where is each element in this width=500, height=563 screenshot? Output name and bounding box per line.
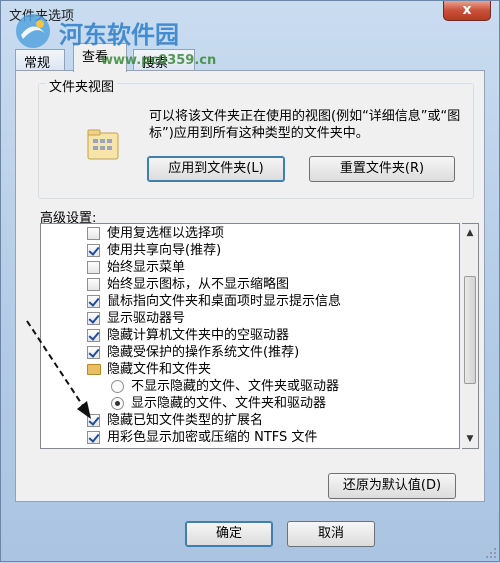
checkbox[interactable] xyxy=(87,329,100,342)
list-item-label: 隐藏受保护的操作系统文件(推荐) xyxy=(107,345,300,360)
checkbox[interactable] xyxy=(87,312,100,325)
restore-defaults-button[interactable]: 还原为默认值(D) xyxy=(328,473,456,499)
checkbox[interactable] xyxy=(87,295,100,308)
list-item-label: 显示驱动器号 xyxy=(107,311,186,326)
list-item-label: 鼠标指向文件夹和桌面项时显示提示信息 xyxy=(107,294,342,309)
title-bar: 文件夹选项 x xyxy=(1,1,499,31)
list-item-label: 始终显示菜单 xyxy=(107,260,186,275)
scroll-up-icon[interactable]: ▲ xyxy=(464,226,476,240)
list-item-label: 不显示隐藏的文件、文件夹或驱动器 xyxy=(131,379,340,394)
scrollbar-thumb[interactable] xyxy=(464,276,476,384)
checkbox[interactable] xyxy=(87,244,100,257)
list-item-label: 使用共享向导(推荐) xyxy=(107,243,222,258)
vertical-scrollbar[interactable]: ▲ ▼ xyxy=(462,223,479,449)
tab-view[interactable]: 查看 xyxy=(73,43,127,72)
folder-options-window: 文件夹选项 x 河东软件园 www.pc0359.cn 常规 查看 搜索 可以将 xyxy=(0,0,500,562)
cancel-button[interactable]: 取消 xyxy=(287,521,375,547)
list-item-label: 隐藏已知文件类型的扩展名 xyxy=(107,413,264,428)
radio-button[interactable] xyxy=(111,397,124,410)
checkbox[interactable] xyxy=(87,431,100,444)
checkbox[interactable] xyxy=(87,227,100,240)
advanced-settings-list: 使用复选框以选择项 使用共享向导(推荐) 始终显示菜单 始终显示图标，从不显示缩… xyxy=(40,223,460,449)
tab-search[interactable]: 搜索 xyxy=(133,49,195,71)
checkbox[interactable] xyxy=(87,278,100,291)
resize-grip-icon[interactable] xyxy=(485,547,497,559)
checkbox[interactable] xyxy=(87,346,100,359)
folder-view-icon xyxy=(87,129,119,160)
view-tab-panel: 可以将该文件夹正在使用的视图(例如“详细信息”或“图标”)应用到所有这种类型的文… xyxy=(15,70,485,502)
folder-view-title: 文件夹视图 xyxy=(46,76,118,95)
list-item-label: 始终显示图标，从不显示缩略图 xyxy=(107,277,290,292)
list-item-label: 隐藏计算机文件夹中的空驱动器 xyxy=(107,328,290,343)
list-item-label: 隐藏文件和文件夹 xyxy=(107,362,212,377)
checkbox[interactable] xyxy=(87,261,100,274)
list-item-label: 使用复选框以选择项 xyxy=(107,226,225,241)
reset-folders-button[interactable]: 重置文件夹(R) xyxy=(309,156,455,182)
folder-view-description: 可以将该文件夹正在使用的视图(例如“详细信息”或“图标”)应用到所有这种类型的文… xyxy=(149,109,461,141)
list-item-label: 用彩色显示加密或压缩的 NTFS 文件 xyxy=(107,430,318,445)
close-button[interactable]: x xyxy=(443,1,491,21)
folder-view-group: 可以将该文件夹正在使用的视图(例如“详细信息”或“图标”)应用到所有这种类型的文… xyxy=(38,83,474,199)
tab-general[interactable]: 常规 xyxy=(15,49,65,71)
folder-icon xyxy=(87,364,101,375)
window-title: 文件夹选项 xyxy=(9,9,75,24)
scroll-down-icon[interactable]: ▼ xyxy=(464,432,476,446)
checkbox[interactable] xyxy=(87,414,100,427)
apply-to-folders-button[interactable]: 应用到文件夹(L) xyxy=(147,156,285,182)
list-item-label: 显示隐藏的文件、文件夹和驱动器 xyxy=(131,396,327,411)
ok-button[interactable]: 确定 xyxy=(185,521,273,547)
radio-button[interactable] xyxy=(111,380,124,393)
dialog-footer: 确定 取消 xyxy=(1,509,500,563)
